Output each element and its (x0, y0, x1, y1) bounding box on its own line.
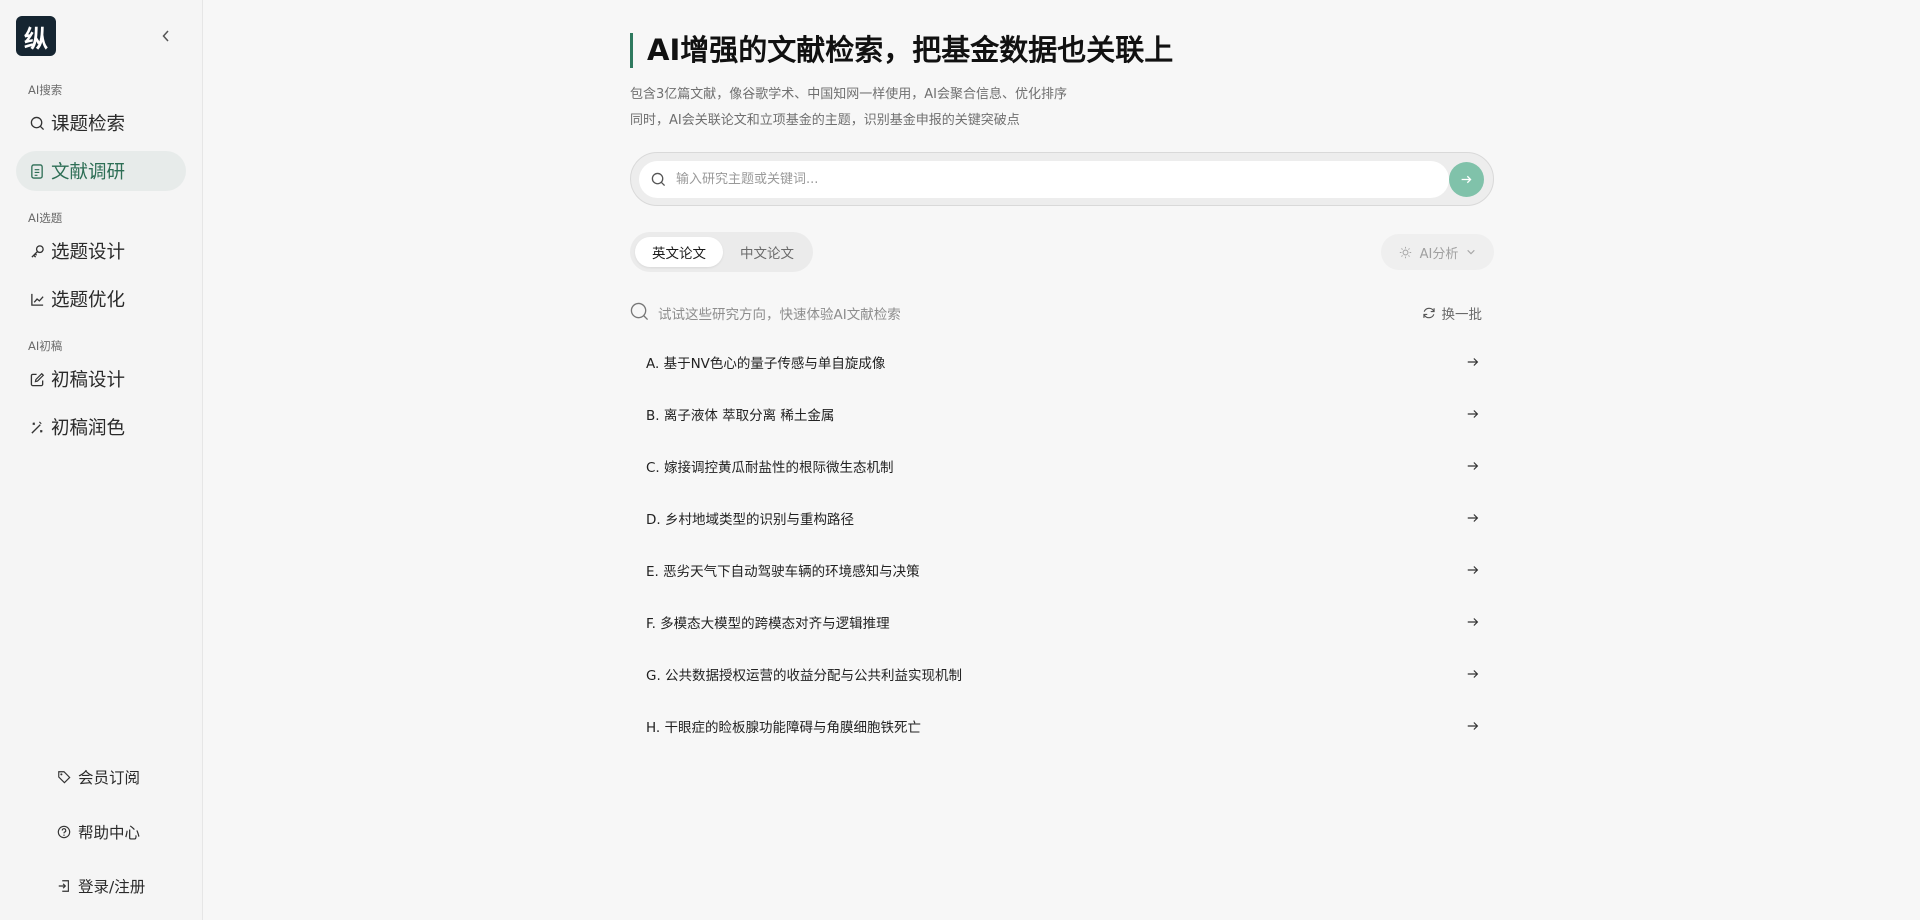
help-center-button[interactable]: 帮助中心 (56, 821, 140, 843)
section-label-ai-search: AI搜索 (28, 83, 63, 97)
search-icon (630, 302, 649, 325)
edit-icon (29, 371, 45, 387)
topic-suggestion-g[interactable]: G. 公共数据授权运营的收益分配与公共利益实现机制 (630, 654, 1494, 694)
topic-suggestion-a[interactable]: A. 基于NV色心的量子传感与单自旋成像 (630, 342, 1494, 382)
search-icon (651, 172, 666, 187)
membership-label: 会员订阅 (78, 769, 141, 787)
search-submit-button[interactable] (1449, 162, 1484, 197)
topic-text: D. 乡村地域类型的识别与重构路径 (646, 512, 854, 528)
sidebar: 纵 AI搜索 课题检索 文献调研 AI选题 选题设计 选题优化 AI初稿 初稿设… (0, 0, 203, 920)
document-icon (29, 163, 45, 179)
sidebar-item-draft-polish[interactable]: 初稿润色 (16, 407, 186, 447)
topic-text: G. 公共数据授权运营的收益分配与公共利益实现机制 (646, 668, 963, 684)
arrow-right-icon (1466, 355, 1480, 369)
help-center-label: 帮助中心 (78, 824, 141, 842)
subtitle-line-2: 同时，AI会关联论文和立项基金的主题，识别基金申报的关键突破点 (630, 113, 1020, 128)
search-input[interactable] (676, 172, 1376, 187)
arrow-right-icon (1460, 173, 1473, 186)
line-chart-icon (29, 291, 45, 307)
app-logo[interactable]: 纵 (16, 16, 56, 56)
sidebar-item-literature-research[interactable]: 文献调研 (16, 151, 186, 191)
login-icon (56, 878, 72, 894)
topic-suggestion-e[interactable]: E. 恶劣天气下自动驾驶车辆的环境感知与决策 (630, 550, 1494, 590)
search-bar (630, 152, 1494, 206)
chevron-down-icon (1466, 247, 1476, 257)
topic-text: C. 嫁接调控黄瓜耐盐性的根际微生态机制 (646, 460, 894, 476)
language-tabs: 英文论文 中文论文 (630, 232, 813, 272)
sidebar-item-label: 选题优化 (51, 290, 126, 311)
topic-text: E. 恶劣天气下自动驾驶车辆的环境感知与决策 (646, 564, 920, 580)
arrow-right-icon (1466, 459, 1480, 473)
key-icon (29, 243, 45, 259)
topic-suggestion-h[interactable]: H. 干眼症的睑板腺功能障碍与角膜细胞铁死亡 (630, 706, 1494, 746)
refresh-suggestions-button[interactable]: 换一批 (1422, 303, 1483, 323)
sidebar-item-topic-design[interactable]: 选题设计 (16, 231, 186, 271)
sidebar-item-label: 课题检索 (51, 114, 126, 135)
sun-icon (1399, 246, 1412, 259)
login-register-button[interactable]: 登录/注册 (56, 875, 145, 897)
topic-suggestion-c[interactable]: C. 嫁接调控黄瓜耐盐性的根际微生态机制 (630, 446, 1494, 486)
page-title: AI增强的文献检索，把基金数据也关联上 (630, 33, 1173, 68)
topic-text: A. 基于NV色心的量子传感与单自旋成像 (646, 356, 886, 372)
magic-wand-icon (29, 419, 45, 435)
sidebar-item-label: 文献调研 (51, 162, 126, 183)
arrow-right-icon (1466, 615, 1480, 629)
arrow-right-icon (1466, 719, 1480, 733)
tab-chinese-papers[interactable]: 中文论文 (726, 237, 808, 267)
refresh-icon (1422, 306, 1436, 320)
suggestions-header: 试试这些研究方向，快速体验AI文献检索 换一批 (630, 300, 1494, 324)
collapse-sidebar-icon[interactable] (158, 26, 174, 46)
topic-suggestion-f[interactable]: F. 多模态大模型的跨模态对齐与逻辑推理 (630, 602, 1494, 642)
topic-text: F. 多模态大模型的跨模态对齐与逻辑推理 (646, 616, 890, 632)
section-label-ai-topic: AI选题 (28, 211, 63, 225)
topic-suggestion-b[interactable]: B. 离子液体 萃取分离 稀土金属 (630, 394, 1494, 434)
help-circle-icon (56, 824, 72, 840)
section-label-ai-draft: AI初稿 (28, 339, 63, 353)
ai-analysis-label: AI分析 (1419, 246, 1459, 262)
sidebar-item-label: 初稿设计 (51, 370, 126, 391)
login-register-label: 登录/注册 (78, 878, 146, 896)
membership-button[interactable]: 会员订阅 (56, 766, 140, 788)
search-field-container (639, 161, 1449, 198)
search-icon (29, 115, 45, 131)
sidebar-item-draft-design[interactable]: 初稿设计 (16, 359, 186, 399)
sidebar-item-topic-search[interactable]: 课题检索 (16, 103, 186, 143)
refresh-label: 换一批 (1441, 307, 1483, 323)
arrow-right-icon (1466, 563, 1480, 577)
subtitle-line-1: 包含3亿篇文献，像谷歌学术、中国知网一样使用，AI会聚合信息、优化排序 (630, 87, 1067, 102)
sidebar-item-label: 选题设计 (51, 242, 126, 263)
suggestions-hint: 试试这些研究方向，快速体验AI文献检索 (658, 307, 901, 323)
sidebar-item-topic-optimize[interactable]: 选题优化 (16, 279, 186, 319)
tab-english-papers[interactable]: 英文论文 (635, 237, 723, 267)
arrow-right-icon (1466, 407, 1480, 421)
arrow-right-icon (1466, 511, 1480, 525)
topic-text: H. 干眼症的睑板腺功能障碍与角膜细胞铁死亡 (646, 720, 921, 736)
arrow-right-icon (1466, 667, 1480, 681)
topic-text: B. 离子液体 萃取分离 稀土金属 (646, 408, 835, 424)
topic-suggestion-d[interactable]: D. 乡村地域类型的识别与重构路径 (630, 498, 1494, 538)
ai-analysis-dropdown[interactable]: AI分析 (1381, 234, 1494, 270)
sidebar-item-label: 初稿润色 (51, 418, 126, 439)
tag-icon (56, 769, 72, 785)
